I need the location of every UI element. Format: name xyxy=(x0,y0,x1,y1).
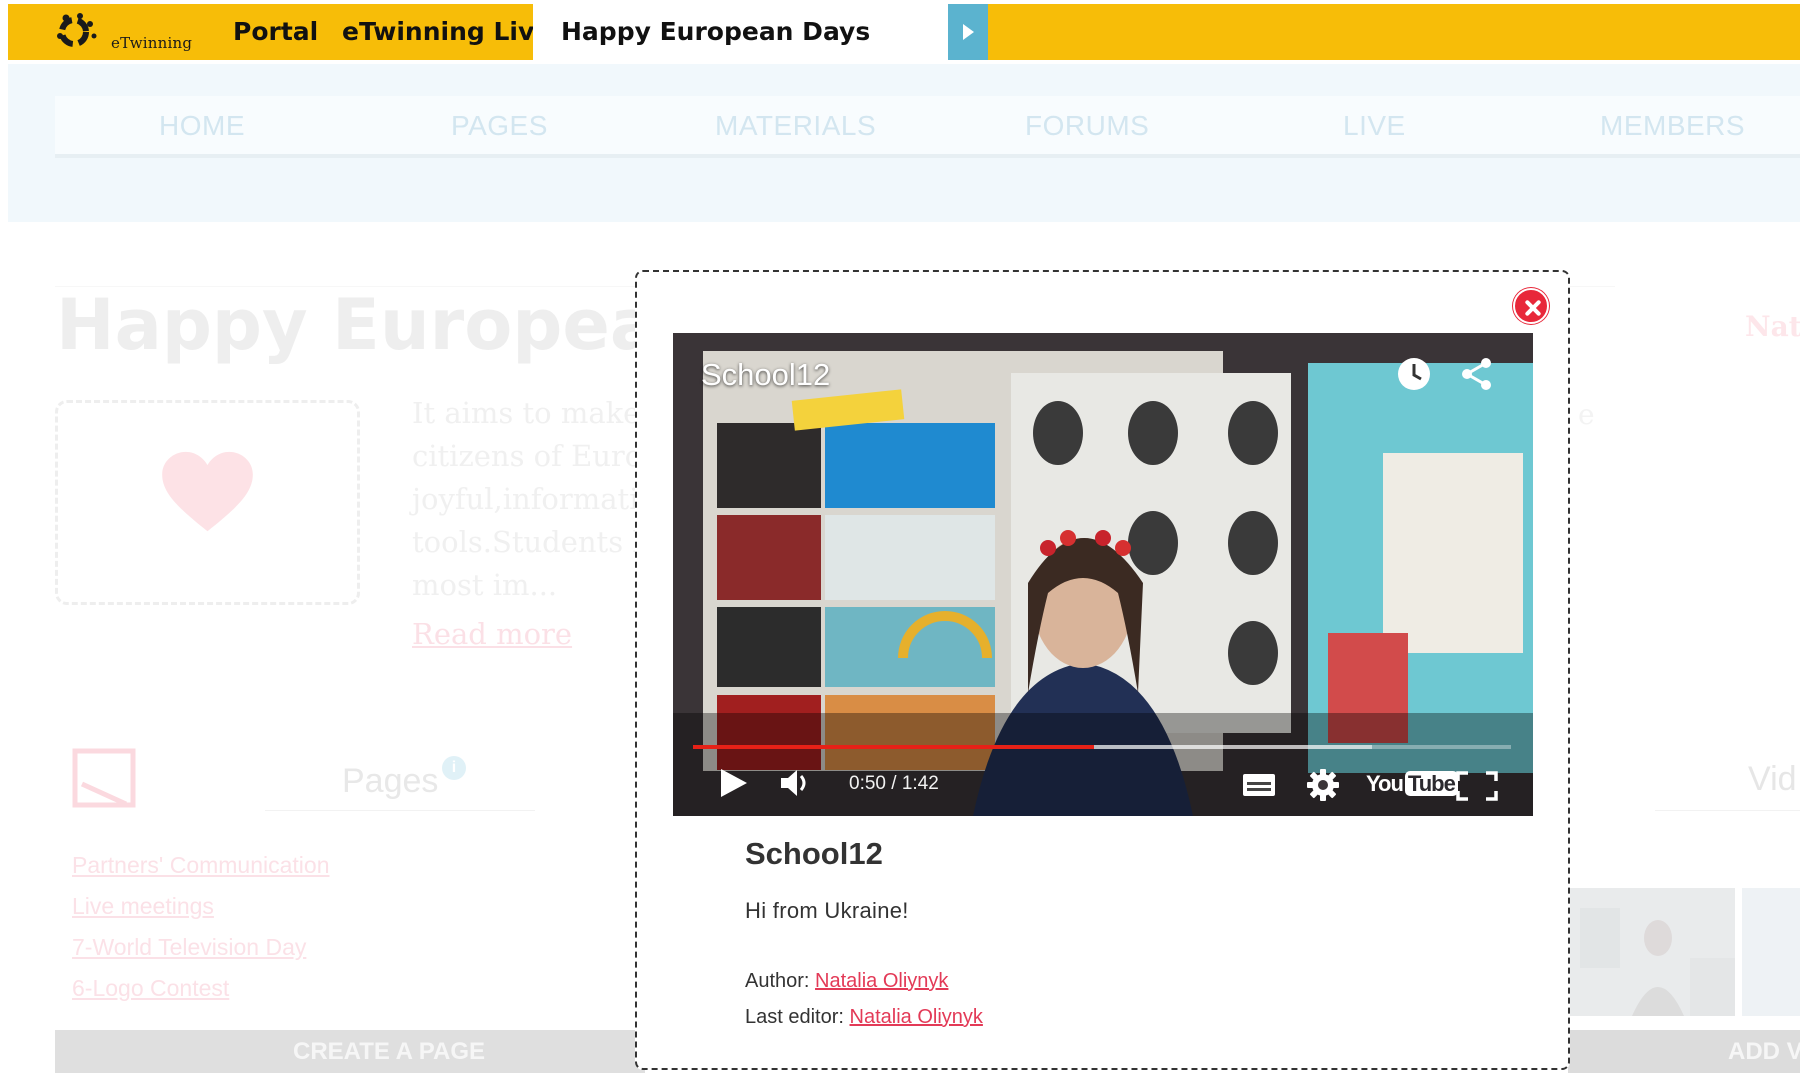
nav-live[interactable]: LIVE xyxy=(1343,110,1406,142)
youtube-tube: Tube xyxy=(1404,771,1458,796)
page-link[interactable]: Live meetings xyxy=(72,893,214,920)
logo-text: eTwinning xyxy=(111,34,193,52)
share-icon[interactable] xyxy=(1458,355,1496,393)
video-player[interactable]: School12 0:50 / 1:42 You Tube xyxy=(673,333,1533,816)
watch-later-icon[interactable] xyxy=(1395,355,1433,393)
settings-icon[interactable] xyxy=(1306,768,1340,802)
pages-icon xyxy=(72,748,136,808)
player-title[interactable]: School12 xyxy=(701,357,830,393)
nav-forums[interactable]: FORUMS xyxy=(1025,110,1149,142)
heart-icon xyxy=(162,451,253,532)
description-line: tools.Students h xyxy=(412,525,651,559)
nav-pages[interactable]: PAGES xyxy=(451,110,548,142)
author-row: Author: Natalia Oliynyk xyxy=(745,970,948,993)
close-icon[interactable] xyxy=(1513,288,1549,324)
portal-link[interactable]: Portal xyxy=(233,4,318,60)
pages-divider xyxy=(265,810,535,811)
page-link[interactable]: 7-World Television Day xyxy=(72,934,306,961)
fullscreen-icon[interactable] xyxy=(1456,771,1498,801)
video-thumbnail[interactable] xyxy=(1570,888,1735,1016)
youtube-logo-icon[interactable]: You Tube xyxy=(1366,771,1458,801)
tab-happy-european-days[interactable]: Happy European Days xyxy=(533,4,948,60)
read-more-link[interactable]: Read more xyxy=(412,617,572,651)
nav-materials[interactable]: MATERIALS xyxy=(715,110,876,142)
videos-divider xyxy=(1655,810,1800,811)
progress-bar[interactable] xyxy=(693,745,1511,749)
add-video-label: ADD V xyxy=(1728,1038,1800,1065)
play-icon[interactable] xyxy=(719,767,749,799)
video-frame xyxy=(673,333,1533,816)
editor-row: Last editor: Natalia Oliynyk xyxy=(745,1006,983,1029)
tab-label: Happy European Days xyxy=(561,17,871,46)
nav-home[interactable]: HOME xyxy=(159,110,245,142)
author-fragment: Nat xyxy=(1745,310,1800,343)
description-fragment: e xyxy=(1578,398,1595,431)
video-name: School12 xyxy=(745,836,883,871)
video-thumbnail[interactable] xyxy=(1742,888,1800,1016)
info-icon[interactable]: i xyxy=(442,756,466,780)
main-nav: HOME PAGES MATERIALS FORUMS LIVE MEMBERS xyxy=(55,96,1800,158)
create-page-label: CREATE A PAGE xyxy=(293,1038,486,1065)
youtube-you: You xyxy=(1366,771,1404,796)
etwinning-live-link[interactable]: eTwinning Live xyxy=(342,4,551,60)
author-label: Author: xyxy=(745,970,810,992)
page-link[interactable]: Partners' Communication xyxy=(72,852,330,879)
editor-label: Last editor: xyxy=(745,1006,844,1028)
author-link[interactable]: Natalia Oliynyk xyxy=(815,970,948,992)
time-display: 0:50 / 1:42 xyxy=(849,773,939,794)
played-fill xyxy=(693,745,1094,749)
captions-icon[interactable] xyxy=(1242,773,1276,797)
nav-members[interactable]: MEMBERS xyxy=(1600,110,1745,142)
editor-link[interactable]: Natalia Oliynyk xyxy=(850,1006,983,1028)
play-arrow-icon[interactable] xyxy=(948,4,988,60)
videos-panel-title: Vid xyxy=(1748,760,1797,798)
pages-panel-title: Pages xyxy=(342,762,439,800)
top-bar: eTwinning Portal eTwinning Live Happy Eu… xyxy=(8,4,1800,60)
volume-icon[interactable] xyxy=(779,767,813,799)
description-line: citizens of Euro xyxy=(412,439,643,473)
create-page-button[interactable]: CREATE A PAGE xyxy=(55,1030,645,1073)
page-link[interactable]: 6-Logo Contest xyxy=(72,975,229,1002)
video-description: Hi from Ukraine! xyxy=(745,898,909,923)
description-line: joyful,informati xyxy=(412,482,639,516)
description-line: It aims to make xyxy=(412,396,641,430)
add-video-button[interactable]: ADD V xyxy=(1568,1030,1800,1073)
description-line: most im... xyxy=(412,568,558,602)
